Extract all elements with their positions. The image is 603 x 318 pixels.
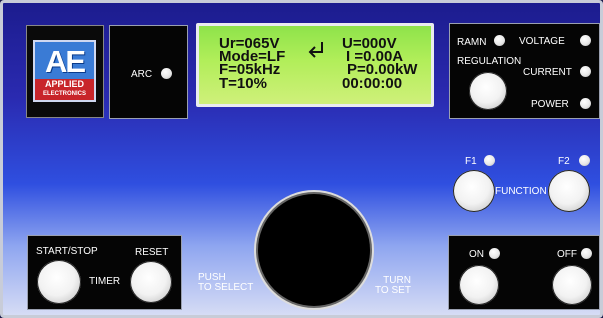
reset-button[interactable] xyxy=(130,261,172,303)
f1-button[interactable] xyxy=(453,170,495,212)
main-selector-knob[interactable] xyxy=(258,194,370,306)
power-box: ON OFF xyxy=(448,235,600,310)
ramn-led-indicator xyxy=(494,35,505,46)
f1-label: F1 xyxy=(465,156,477,167)
reset-label: RESET xyxy=(135,247,169,258)
start-stop-label: START/STOP xyxy=(36,246,98,257)
logo-band: APPLIED ELECTRONICS xyxy=(35,79,94,100)
function-label: FUNCTION xyxy=(495,186,547,197)
push-label-line2: TO SELECT xyxy=(198,282,254,293)
voltage-label: VOLTAGE xyxy=(519,36,565,47)
turn-to-set-label: TURN TO SET xyxy=(375,276,411,296)
logo-text-electronics: ELECTRONICS xyxy=(42,91,86,97)
voltage-led-indicator xyxy=(580,35,591,46)
regulation-knob-button[interactable] xyxy=(469,72,507,110)
f2-label: F2 xyxy=(558,156,570,167)
push-to-select-label: PUSH TO SELECT xyxy=(198,273,253,293)
ramn-label: RAMN xyxy=(457,37,487,48)
current-led-indicator xyxy=(580,66,591,77)
f2-button[interactable] xyxy=(548,170,590,212)
start-stop-button[interactable] xyxy=(37,260,81,304)
turn-label-line2: TO SET xyxy=(375,285,411,296)
f1-led-indicator xyxy=(484,155,495,166)
applied-electronics-logo: AE APPLIED ELECTRONICS xyxy=(26,25,104,118)
on-label: ON xyxy=(469,249,484,260)
timer-box: START/STOP RESET TIMER xyxy=(27,235,182,310)
enter-arrow-icon xyxy=(308,42,323,58)
off-label: OFF xyxy=(557,249,577,260)
display-time-percent: T=10% xyxy=(219,75,267,92)
on-led-indicator xyxy=(489,248,500,259)
arc-label: ARC xyxy=(131,69,153,80)
off-led-indicator xyxy=(581,248,592,259)
lcd-display: Ur=065V Mode=LF F=05kHz T=10% U=000V I =… xyxy=(196,23,434,107)
off-button[interactable] xyxy=(552,265,592,305)
logo-text-applied: APPLIED xyxy=(44,79,84,89)
on-button[interactable] xyxy=(459,265,499,305)
arc-led-indicator xyxy=(161,68,172,79)
current-label: CURRENT xyxy=(523,67,572,78)
arc-box: ARC xyxy=(109,25,188,119)
power-led-indicator xyxy=(580,98,591,109)
logo-mark: AE xyxy=(44,44,86,79)
power-label: POWER xyxy=(531,99,569,110)
regulation-box: RAMN VOLTAGE REGULATION CURRENT POWER xyxy=(449,23,600,119)
timer-label: TIMER xyxy=(89,276,121,287)
device-front-panel: AE APPLIED ELECTRONICS ARC Ur=065V Mode=… xyxy=(0,0,603,318)
regulation-label: REGULATION xyxy=(457,56,522,67)
logo-badge: AE APPLIED ELECTRONICS xyxy=(33,40,96,102)
f2-led-indicator xyxy=(579,155,590,166)
display-clock: 00:00:00 xyxy=(342,75,403,92)
